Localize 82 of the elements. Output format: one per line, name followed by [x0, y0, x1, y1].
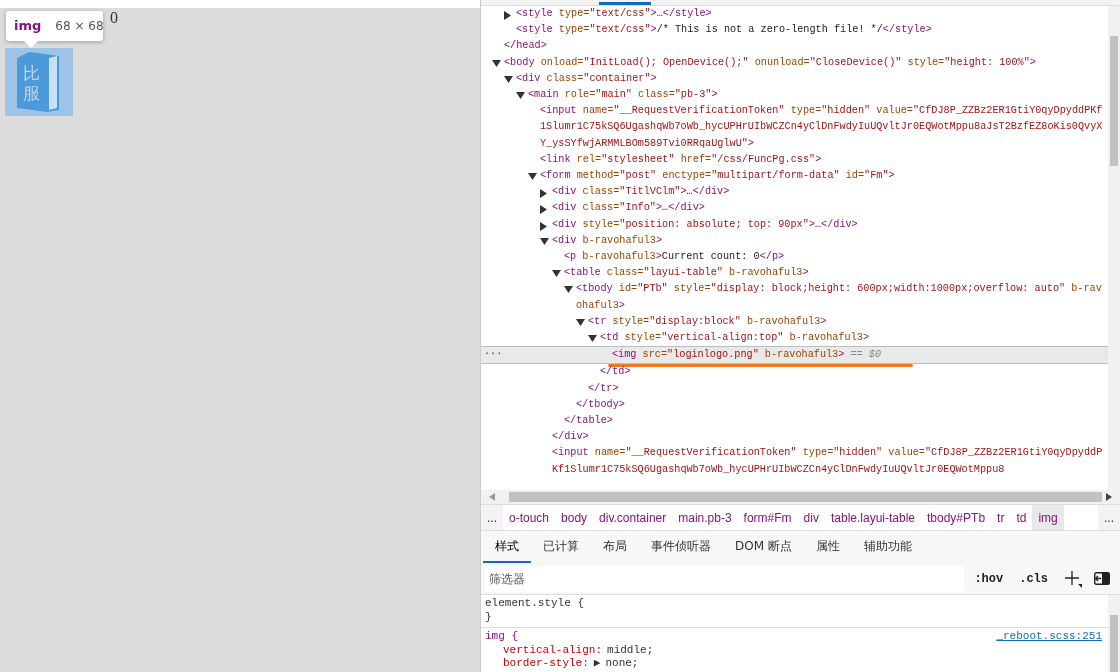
breadcrumb-item[interactable]: tbody#PTb [921, 505, 992, 530]
scrollbar[interactable] [1108, 595, 1120, 672]
logo-text: 比服 [23, 64, 40, 104]
breadcrumb-item[interactable]: table.layui-table [824, 505, 921, 530]
panel-tab[interactable]: 布局 [591, 531, 639, 563]
collapsed-arrow-icon[interactable] [504, 11, 511, 20]
breadcrumb-item[interactable]: tr [991, 505, 1011, 530]
dom-node-text[interactable]: <input name="__RequestVerificationToken" type="hidden" value="CfDJ8P_ZZBz2ER1GtiY0qyDpyddPKf1Slumr1C75kSQ6UgashqWb7oWb_hycUPHrUIbWCZCn4yClDnFwdyIuUQvltJr0EQWotMppu8 [552, 445, 1108, 478]
css-selector: img { [485, 630, 518, 644]
scroll-left-button[interactable]: ... [481, 505, 503, 530]
dom-node-text[interactable]: <table class="layui-table" b-ravohaful3> [564, 265, 1108, 282]
expanded-arrow-icon[interactable] [492, 59, 501, 67]
css-property: vertical-align: [503, 643, 603, 658]
css-value: none; [605, 657, 639, 671]
breadcrumb-item[interactable]: main.pb-3 [672, 505, 738, 530]
breadcrumb-item[interactable]: o-touch [503, 505, 556, 530]
collapsed-arrow-icon[interactable] [540, 189, 547, 199]
panel-tab[interactable]: 辅助功能 [851, 531, 924, 563]
dom-node-text[interactable]: <td style="vertical-align:top" b-ravohaful3> [600, 330, 1108, 347]
breadcrumb-item[interactable]: div [797, 505, 825, 530]
rule-close-brace: } [485, 610, 493, 625]
sidebar-toggle-icon[interactable] [1094, 572, 1110, 585]
scroll-right-icon[interactable] [1106, 493, 1112, 501]
panel-tab[interactable]: 属性 [803, 531, 852, 563]
panel-tab[interactable]: 事件侦听器 [639, 531, 723, 563]
tooltip-tag-name: img [14, 17, 42, 36]
dom-node-text[interactable]: <p b-ravohaful3>Current count: 0</p> [564, 249, 1108, 266]
collapsed-arrow-icon[interactable] [540, 221, 547, 231]
expanded-arrow-icon[interactable] [588, 335, 597, 343]
selected-node-highlight[interactable]: ... <img src="loginlogo.png" b-ravohaful3> == $0 [481, 346, 1108, 365]
dom-node-text[interactable]: </td> [600, 364, 1108, 381]
dom-node-text[interactable]: </div> [552, 429, 1108, 446]
count-text: 0 [110, 8, 119, 28]
dom-node-text[interactable]: <div b-ravohaful3> [552, 232, 1108, 250]
toggle-button[interactable]: .cls [1013, 569, 1054, 588]
filter-field[interactable]: 筛选器 [485, 565, 965, 592]
horizontal-scrollbar[interactable] [481, 490, 1120, 504]
breadcrumb-item[interactable]: td [1010, 505, 1033, 530]
breadcrumb-item[interactable]: img [1032, 505, 1064, 530]
source-link[interactable]: _reboot.scss:251 [996, 630, 1102, 644]
css-selector: element.style { [485, 597, 585, 611]
css-value: middle; [607, 643, 654, 658]
expanded-arrow-icon[interactable] [564, 286, 573, 294]
css-property: border-style: [503, 657, 589, 671]
panel-tab[interactable]: DOM 断点 [723, 531, 804, 563]
expanded-arrow-icon[interactable] [516, 92, 525, 99]
dom-node-text[interactable]: </table> [564, 413, 1108, 430]
dom-node-text[interactable]: <input name="__RequestVerificationToken" type="hidden" value="CfDJ8P_ZZBz2ER1GtiY0qyDpyddPKf1Slumr1C75kSQ6UgashqWb7oWb_hycUPHrUIbWCZCn4yClDnFwdyIuUQvltJr0EQWotMppu8aJsT2BzfEZ8oKis0QvyXY_ysSYfwjARMMLBOm589Tvi0RRqaUglwU"> [540, 103, 1108, 152]
dom-node-text[interactable]: <style type="text/css">/* This is not a zero-length file! */</style> [516, 22, 1108, 39]
dom-node-text[interactable]: <tr style="display:block" b-ravohaful3> [588, 313, 1108, 331]
toggle-button[interactable]: :hov [968, 569, 1010, 588]
dom-node-text[interactable]: </head> [504, 38, 1108, 55]
expanded-arrow-icon[interactable] [528, 173, 537, 181]
dom-node-text[interactable]: <tbody id="PTb" style="display: block;height: 600px;width:1000px;overflow: auto" b-ravohaful3> [576, 281, 1108, 314]
collapsed-arrow-icon[interactable] [540, 205, 547, 215]
scroll-right-button[interactable]: ... [1098, 505, 1120, 530]
dom-node-text[interactable]: <div class="container"> [516, 70, 1108, 87]
dom-node-text[interactable]: <div class="TitlVClm">…</div> [552, 184, 1108, 201]
dom-node-text[interactable]: <div style="position: absolute; top: 90px">…</div> [552, 216, 1108, 233]
dom-node-text[interactable]: </tbody> [576, 396, 1108, 414]
breadcrumb-item[interactable]: body [555, 505, 594, 530]
row-menu[interactable]: ... [484, 344, 503, 361]
expanded-arrow-icon[interactable] [540, 237, 549, 245]
dom-node-text[interactable]: <img src="loginlogo.png" b-ravohaful3> == $0 [612, 349, 886, 361]
expanded-arrow-icon[interactable] [504, 75, 513, 83]
expand-arrow[interactable]: ▶ [593, 657, 601, 671]
dom-node-text[interactable]: <style type="text/css">…</style> [516, 6, 1108, 23]
tooltip-size: 68 × 68 [55, 18, 104, 35]
panel-tab[interactable]: 已计算 [531, 531, 591, 563]
add-icon[interactable] [1064, 569, 1082, 588]
dom-node-text[interactable]: <form method="post" enctype="multipart/form-data" id="Fm"> [540, 168, 1108, 185]
dom-node-text[interactable]: </tr> [588, 380, 1108, 397]
scrollbar[interactable] [1108, 6, 1120, 490]
expanded-arrow-icon[interactable] [576, 318, 585, 326]
tab-indicator [599, 2, 651, 5]
dom-node-text[interactable]: <body onload="InitLoad(); OpenDevice();" onunload="CloseDevice()" style="height: 100%"> [504, 54, 1108, 71]
breadcrumb-item[interactable]: form#Fm [737, 505, 798, 530]
dom-node-text[interactable]: <div class="Info">…</div> [552, 200, 1108, 217]
expanded-arrow-icon[interactable] [552, 270, 561, 278]
dom-node-text[interactable]: <main role="main" class="pb-3"> [528, 87, 1108, 104]
breadcrumb-item[interactable]: div.container [593, 505, 673, 530]
dom-node-text[interactable]: <link rel="stylesheet" href="/css/FuncPg.css"> [540, 151, 1108, 169]
